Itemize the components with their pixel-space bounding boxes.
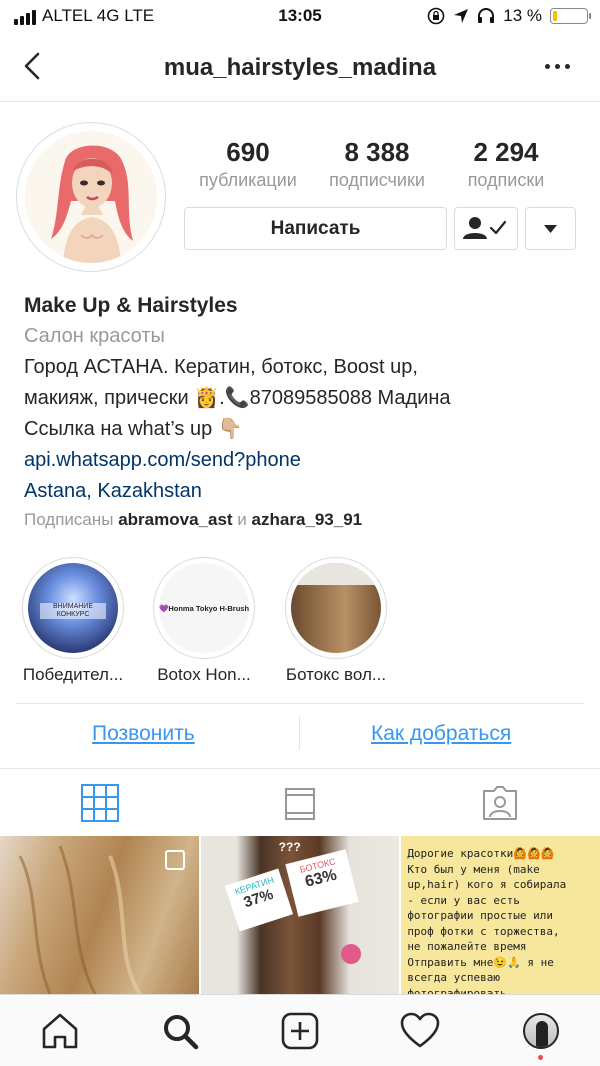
- nav-bar: mua_hairstyles_madina: [0, 34, 600, 102]
- post-thumbnail[interactable]: Дорогие красотки🙆🙆🙆 Кто был у меня (make u…: [401, 836, 600, 994]
- post-text: Дорогие красотки🙆🙆🙆 Кто был у меня (make u…: [407, 846, 594, 994]
- followed-prefix: Подписаны: [24, 510, 114, 529]
- post-sticker: КЕРАТИН 37%: [224, 868, 293, 932]
- post-thumbnail[interactable]: ??? КЕРАТИН 37% БОТОКС 63%: [200, 836, 400, 994]
- triangle-down-icon: [544, 225, 557, 233]
- stat-following[interactable]: 2 294 подписки: [440, 136, 572, 192]
- search-icon[interactable]: [160, 1011, 200, 1051]
- avatar-illustration: [25, 131, 157, 263]
- following-button[interactable]: [454, 207, 518, 250]
- post-text-line: up,hair) кого я собирала: [407, 878, 567, 891]
- profile-category: Салон красоты: [24, 325, 165, 347]
- more-horizontal-icon[interactable]: [545, 64, 570, 69]
- profile-name: Make Up & Hairstyles: [24, 294, 238, 317]
- highlight-item[interactable]: 💜Honma Tokyo H-Brush Botox Hon...: [153, 557, 255, 684]
- post-text-line: проф фотки с торжества,: [407, 924, 560, 938]
- highlight-item[interactable]: Ботокс вол...: [285, 557, 387, 684]
- highlight-cover: 💜Honma Tokyo H-Brush: [159, 563, 249, 653]
- post-text-line: Дорогие красотки🙆🙆🙆: [407, 847, 555, 860]
- home-icon[interactable]: [40, 1011, 80, 1051]
- divider: [16, 703, 584, 704]
- highlight-cover: [291, 563, 381, 653]
- post-text-line: Кто был у меня (make: [407, 862, 540, 876]
- person-check-icon: [463, 217, 507, 239]
- stat-label: подписчики: [329, 170, 425, 190]
- stat-label: подписки: [467, 170, 545, 190]
- bottom-tab-bar: [0, 994, 600, 1066]
- message-button[interactable]: Написать: [184, 207, 447, 250]
- bio-line: макияж, прически 👸.📞87089585088 Мадина: [24, 387, 451, 409]
- post-caption: ???: [278, 840, 301, 854]
- call-button[interactable]: Позвонить: [92, 722, 195, 746]
- highlight-cover: ВНИМАНИЕ КОНКУРС: [28, 563, 118, 653]
- profile-bio: Make Up & Hairstyles Салон красоты Город…: [24, 290, 584, 507]
- grid-icon[interactable]: [80, 783, 120, 823]
- notification-dot: [538, 1055, 543, 1060]
- posts-grid: ??? КЕРАТИН 37% БОТОКС 63% Дорогие красо…: [0, 836, 600, 994]
- highlight-label: Ботокс вол...: [285, 665, 387, 684]
- add-icon[interactable]: [280, 1011, 320, 1051]
- stat-value: 690: [226, 137, 270, 167]
- post-text-line: не пожалейте время: [407, 940, 527, 953]
- tagged-icon[interactable]: [480, 783, 520, 823]
- bio-location-link[interactable]: Astana, Kazakhstan: [24, 476, 584, 507]
- heart-icon[interactable]: [400, 1011, 440, 1051]
- status-bar: ALTEL 4G LTE 13:05 13 %: [0, 0, 600, 34]
- followed-user: abramova_ast: [118, 510, 233, 529]
- post-sticker: БОТОКС 63%: [285, 849, 359, 917]
- followed-user: azhara_93_91: [251, 510, 363, 529]
- stat-followers[interactable]: 8 388 подписчики: [314, 136, 440, 192]
- bio-website-link[interactable]: api.whatsapp.com/send?phone: [24, 445, 584, 476]
- directions-button[interactable]: Как добраться: [371, 722, 511, 746]
- profile-avatar[interactable]: [523, 1013, 559, 1049]
- highlight-cover-text: ВНИМАНИЕ КОНКУРС: [40, 603, 106, 619]
- post-text-line: фотографировать.: [407, 986, 514, 995]
- highlight-label: Победител...: [22, 665, 124, 684]
- bio-line: Город АСТАНА. Кератин, ботокс, Boost up,: [24, 356, 418, 378]
- tv-icon[interactable]: [280, 783, 320, 823]
- suggestions-dropdown-button[interactable]: [525, 207, 576, 250]
- post-thumbnail[interactable]: [0, 836, 199, 994]
- stat-label: публикации: [199, 170, 297, 190]
- followed-by[interactable]: Подписаны abramova_ast и azhara_93_91: [24, 510, 362, 530]
- highlight-item[interactable]: ВНИМАНИЕ КОНКУРС Победител...: [22, 557, 124, 684]
- battery-percent: 13 %: [503, 6, 542, 25]
- post-text-line: - если у вас есть: [407, 893, 520, 907]
- post-text-line: всегда успеваю: [407, 971, 501, 984]
- profile-avatar[interactable]: [16, 122, 166, 272]
- stat-value: 8 388: [344, 137, 410, 167]
- profile-stats: 690 публикации 8 388 подписчики 2 294 по…: [182, 136, 572, 192]
- battery-icon: [550, 8, 591, 24]
- post-text-line: фотографии простые или: [407, 909, 554, 922]
- stat-posts[interactable]: 690 публикации: [182, 136, 314, 192]
- page-title: mua_hairstyles_madina: [163, 54, 437, 81]
- stat-value: 2 294: [473, 137, 539, 167]
- highlight-cover-text: 💜Honma Tokyo H-Brush: [159, 604, 249, 613]
- profile-tabs: [0, 768, 600, 836]
- divider: [299, 716, 300, 750]
- headphones-icon: [478, 8, 495, 23]
- post-text-line: Отправить мне😉🙏 я не: [407, 955, 554, 969]
- bio-line: Ссылка на what’s up 👇🏼: [24, 418, 243, 440]
- location-arrow-icon: [454, 9, 469, 23]
- lock-rotation-icon: [427, 7, 445, 25]
- followed-and: и: [237, 510, 247, 529]
- highlight-label: Botox Hon...: [157, 665, 251, 684]
